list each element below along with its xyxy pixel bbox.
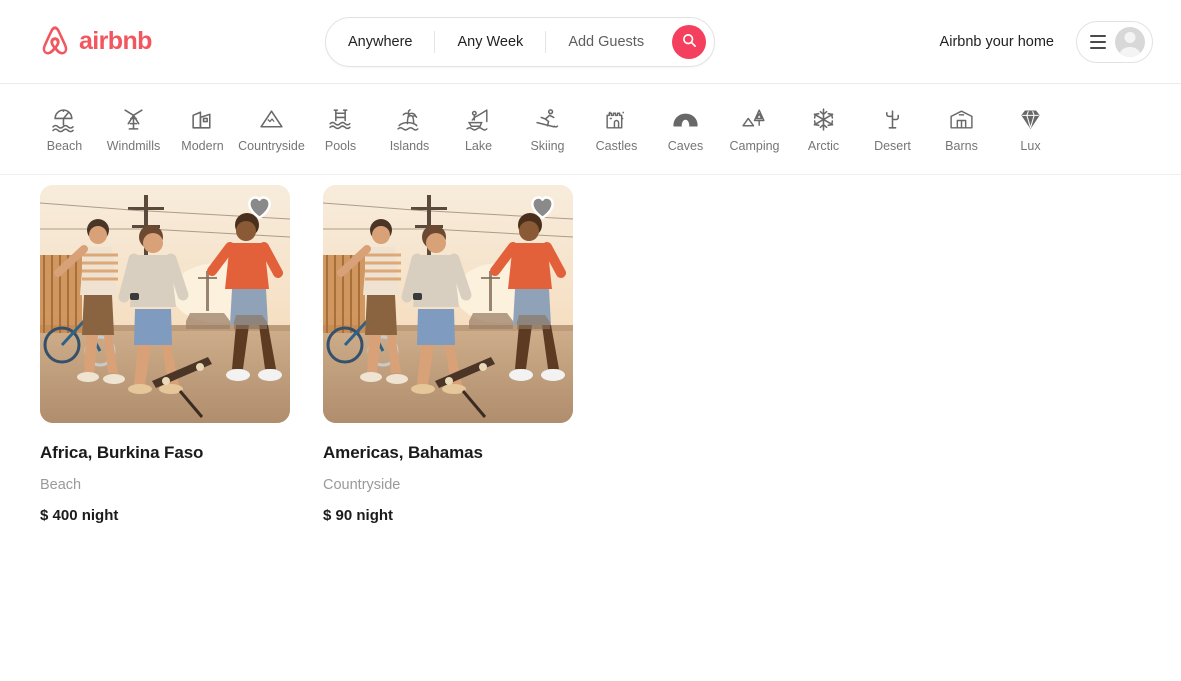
category-label: Castles — [595, 138, 638, 153]
user-menu-button[interactable] — [1076, 20, 1153, 63]
category-label: Modern — [181, 138, 224, 153]
castle-icon — [603, 106, 630, 133]
palm-island-icon — [396, 106, 423, 133]
category-label: Windmills — [106, 138, 161, 153]
category-countryside[interactable]: Countryside — [237, 106, 306, 153]
snowflake-icon — [810, 106, 837, 133]
search-icon — [682, 33, 697, 51]
listing-title: Africa, Burkina Faso — [40, 443, 204, 462]
category-label: Skiing — [530, 138, 565, 153]
listing-category: Countryside — [323, 477, 401, 493]
search-guests-field[interactable]: Add Guests — [546, 34, 666, 50]
cactus-icon — [879, 106, 906, 133]
category-barns[interactable]: Barns — [927, 106, 996, 153]
search-location-field[interactable]: Anywhere — [326, 34, 434, 50]
windmill-icon — [120, 106, 147, 133]
fishing-boat-icon — [465, 106, 492, 133]
listing-category: Beach — [40, 477, 82, 493]
category-label: Caves — [667, 138, 704, 153]
category-label: Islands — [389, 138, 430, 153]
category-camping[interactable]: Camping — [720, 106, 789, 153]
mountain-icon — [258, 106, 285, 133]
tent-tree-icon — [741, 106, 768, 133]
category-label: Countryside — [238, 138, 305, 153]
category-islands[interactable]: Islands — [375, 106, 444, 153]
pool-ladder-icon — [327, 106, 354, 133]
category-label: Barns — [945, 138, 978, 153]
listing-image[interactable] — [40, 185, 290, 423]
beach-umbrella-icon — [51, 106, 78, 133]
favorite-heart-icon[interactable] — [246, 194, 273, 219]
site-header: airbnb Anywhere Any Week Add Guests Airb… — [0, 0, 1181, 84]
diamond-icon — [1017, 106, 1044, 133]
category-pools[interactable]: Pools — [306, 106, 375, 153]
category-label: Camping — [729, 138, 780, 153]
hamburger-icon — [1090, 34, 1106, 49]
airbnb-your-home-link[interactable]: Airbnb your home — [940, 34, 1054, 50]
category-windmills[interactable]: Windmills — [99, 106, 168, 153]
category-label: Desert — [874, 138, 911, 153]
category-label: Lake — [464, 138, 493, 153]
category-lake[interactable]: Lake — [444, 106, 513, 153]
listing-card[interactable]: Americas, Bahamas Countryside $ 90 night — [323, 185, 573, 524]
category-castles[interactable]: Castles — [582, 106, 651, 153]
search-dates-field[interactable]: Any Week — [435, 34, 545, 50]
listing-grid: Africa, Burkina Faso Beach $ 400 night A… — [0, 175, 1181, 524]
skier-icon — [534, 106, 561, 133]
modern-building-icon — [189, 106, 216, 133]
category-label: Arctic — [807, 138, 840, 153]
category-arctic[interactable]: Arctic — [789, 106, 858, 153]
search-button[interactable] — [672, 25, 706, 59]
barn-icon — [948, 106, 975, 133]
airbnb-wordmark: airbnb — [79, 27, 152, 55]
airbnb-belo-icon — [38, 24, 72, 60]
listing-image[interactable] — [323, 185, 573, 423]
header-right-group: Airbnb your home — [940, 20, 1153, 63]
category-label: Beach — [46, 138, 83, 153]
category-desert[interactable]: Desert — [858, 106, 927, 153]
airbnb-logo[interactable]: airbnb — [38, 24, 152, 60]
user-avatar-icon — [1115, 26, 1145, 57]
listing-card[interactable]: Africa, Burkina Faso Beach $ 400 night — [40, 185, 290, 524]
listing-price: $ 400 night — [40, 507, 119, 524]
listing-title: Americas, Bahamas — [323, 443, 483, 462]
category-modern[interactable]: Modern — [168, 106, 237, 153]
category-label: Lux — [1020, 138, 1041, 153]
favorite-heart-icon[interactable] — [529, 194, 556, 219]
category-nav: Beach Windmills Modern Countryside Pools… — [0, 84, 1181, 175]
listing-price: $ 90 night — [323, 507, 394, 524]
category-skiing[interactable]: Skiing — [513, 106, 582, 153]
category-caves[interactable]: Caves — [651, 106, 720, 153]
search-bar[interactable]: Anywhere Any Week Add Guests — [325, 17, 715, 67]
category-label: Pools — [324, 138, 357, 153]
cave-icon — [672, 106, 699, 133]
category-lux[interactable]: Lux — [996, 106, 1065, 153]
category-beach[interactable]: Beach — [30, 106, 99, 153]
